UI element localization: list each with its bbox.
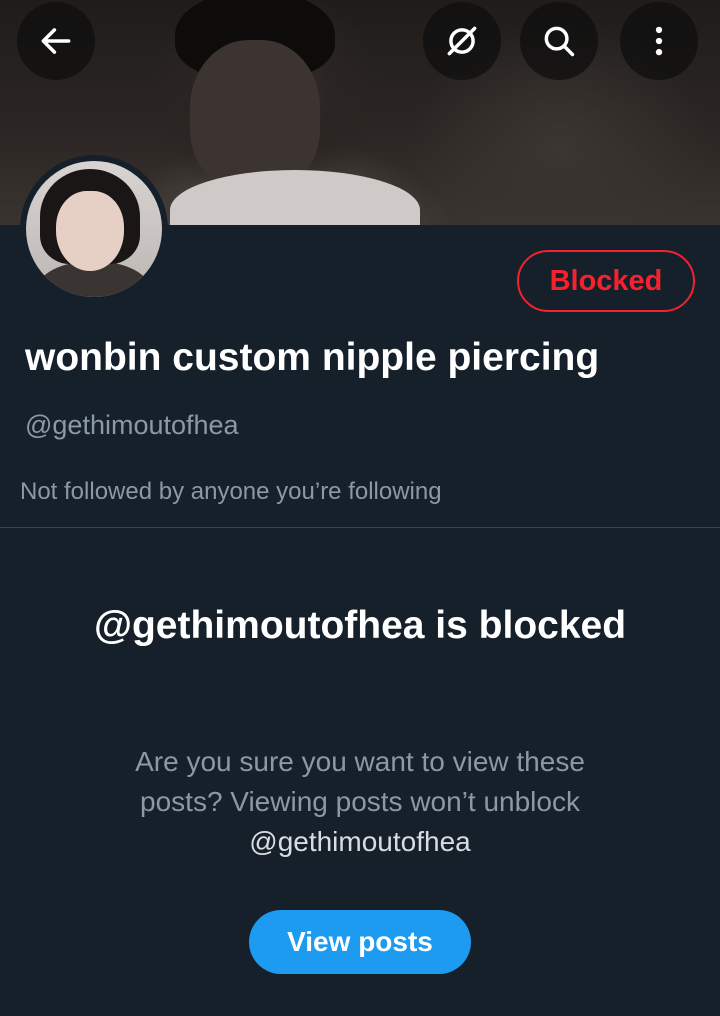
avatar-photo [26,161,162,297]
display-name: wonbin custom nipple piercing [25,336,600,379]
back-button[interactable] [17,2,95,80]
blocked-notice-title: @gethimoutofhea is blocked [93,604,627,647]
followers-you-know-note: Not followed by anyone you’re following [20,478,442,505]
search-button[interactable] [520,2,598,80]
profile-avatar[interactable] [20,155,168,303]
banner-photo-shirt [170,170,420,225]
arrow-left-icon [41,28,71,54]
search-icon [544,26,575,57]
blocked-notice-handle: @gethimoutofhea [249,826,471,857]
more-vertical-icon [655,26,663,56]
blocked-notice-description: Are you sure you want to view these post… [100,742,620,862]
blocked-notice-text: Are you sure you want to view these post… [135,746,585,817]
avatar-photo-face [56,191,124,271]
blocked-button[interactable]: Blocked [517,250,695,312]
more-options-button[interactable] [620,2,698,80]
view-posts-button[interactable]: View posts [249,910,471,974]
banner-photo-face [190,40,320,190]
grok-button[interactable] [423,2,501,80]
divider [0,527,720,528]
profile-handle: @gethimoutofhea [25,410,239,440]
grok-icon [447,26,477,56]
